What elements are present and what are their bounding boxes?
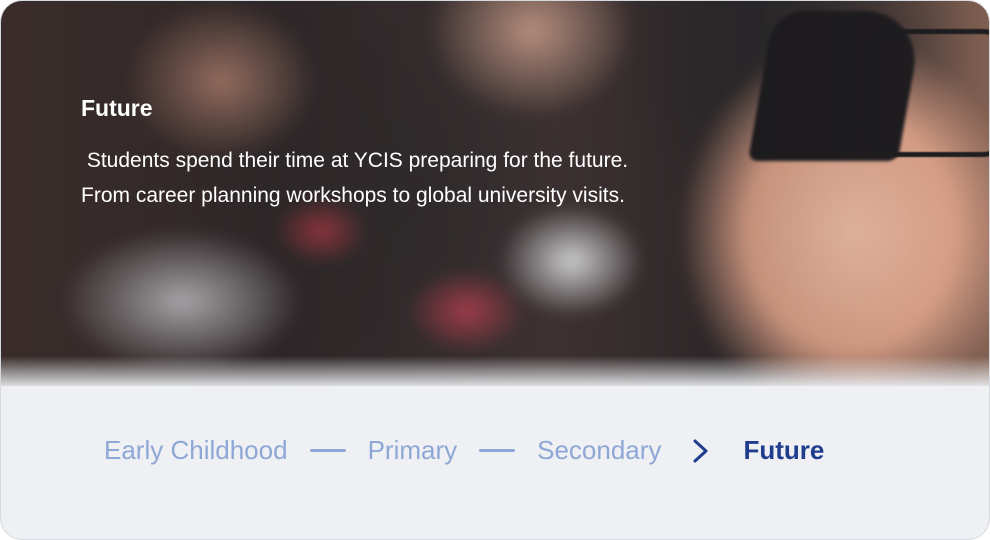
hero-description: Students spend their time at YCIS prepar…	[81, 149, 634, 207]
separator-dash	[309, 448, 346, 452]
hero-banner: Future Students spend their time at YCIS…	[1, 1, 989, 386]
chevron-right-icon	[689, 430, 729, 470]
stage-tab-secondary[interactable]: Secondary	[537, 435, 661, 466]
hero-title: Future	[81, 95, 153, 121]
stage-tab-early-childhood[interactable]: Early Childhood	[104, 435, 288, 466]
separator-dash	[479, 448, 516, 452]
stage-tab-primary[interactable]: Primary	[368, 435, 458, 466]
stage-navigation: Early Childhood Primary Secondary Future	[104, 430, 824, 470]
stage-card: Future Students spend their time at YCIS…	[0, 0, 990, 540]
stage-tab-future[interactable]: Future	[743, 435, 824, 466]
